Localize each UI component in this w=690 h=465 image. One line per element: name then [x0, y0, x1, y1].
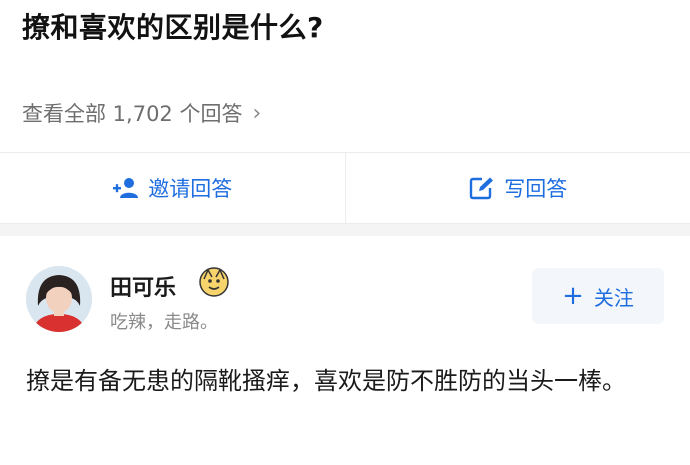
- view-all-label: 查看全部 1,702 个回答: [22, 102, 243, 126]
- answer-text[interactable]: 撩是有备无患的隔靴搔痒，喜欢是防不胜防的当头一棒。: [26, 358, 666, 404]
- plus-icon: +: [562, 281, 584, 311]
- follow-button[interactable]: + 关注: [532, 268, 664, 324]
- add-person-icon: [112, 176, 140, 200]
- question-title: 撩和喜欢的区别是什么?: [22, 11, 324, 44]
- view-all-answers-link[interactable]: 查看全部 1,702 个回答 ›: [22, 98, 261, 128]
- write-answer-label: 写回答: [504, 177, 568, 201]
- write-answer-button[interactable]: 写回答: [344, 153, 690, 223]
- follow-label: 关注: [593, 285, 634, 310]
- action-bar: 邀请回答 写回答: [0, 152, 690, 224]
- invite-answer-label: 邀请回答: [148, 177, 233, 201]
- section-divider: [0, 224, 690, 236]
- author-bio: 吃辣，走路。: [110, 312, 218, 333]
- author-name[interactable]: 田可乐: [110, 270, 176, 302]
- author-badge-icon: [198, 266, 230, 298]
- avatar[interactable]: [26, 266, 92, 332]
- invite-answer-button[interactable]: 邀请回答: [0, 153, 345, 223]
- chevron-right-icon: ›: [252, 100, 262, 126]
- edit-icon: [468, 176, 496, 200]
- answer-card: 田可乐 吃辣，走路。 + 关注 撩是有备无患的隔靴搔痒，喜欢是防不胜防的当头一棒…: [0, 236, 690, 465]
